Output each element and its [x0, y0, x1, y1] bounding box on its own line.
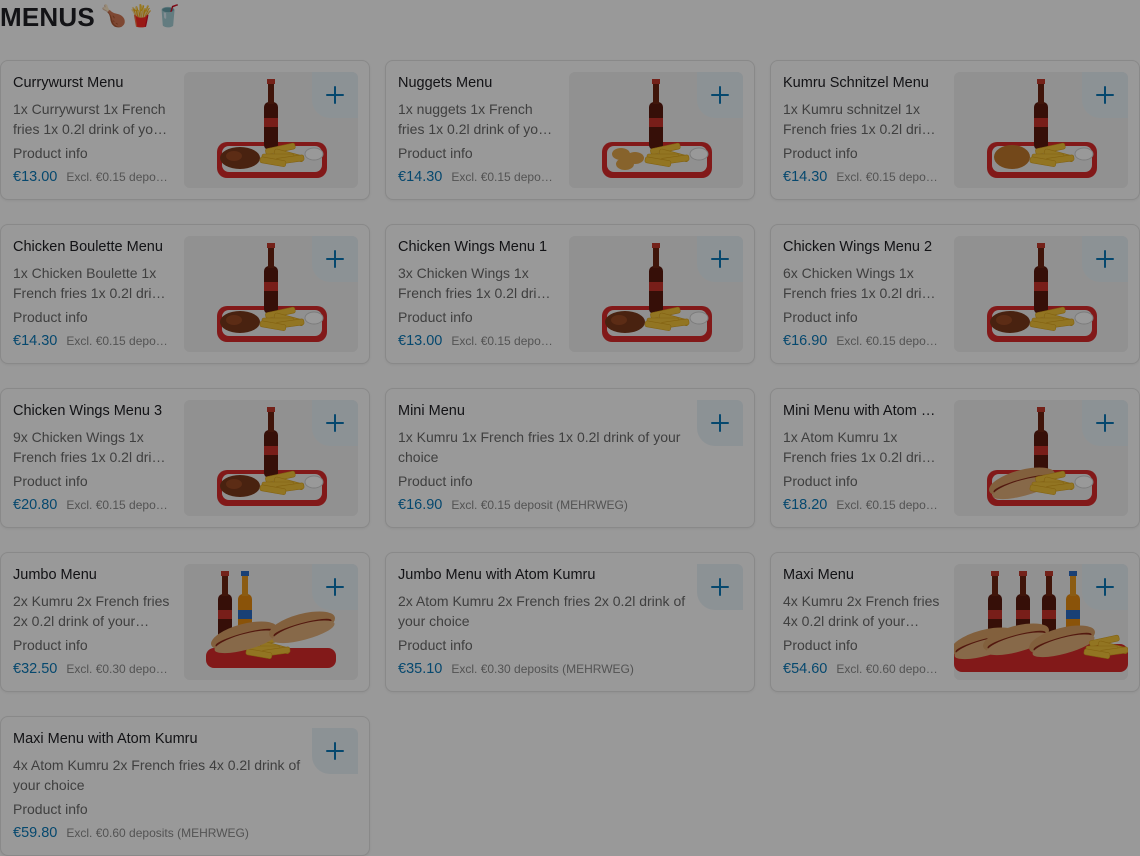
modal-backdrop-overlay[interactable] — [0, 0, 1140, 856]
